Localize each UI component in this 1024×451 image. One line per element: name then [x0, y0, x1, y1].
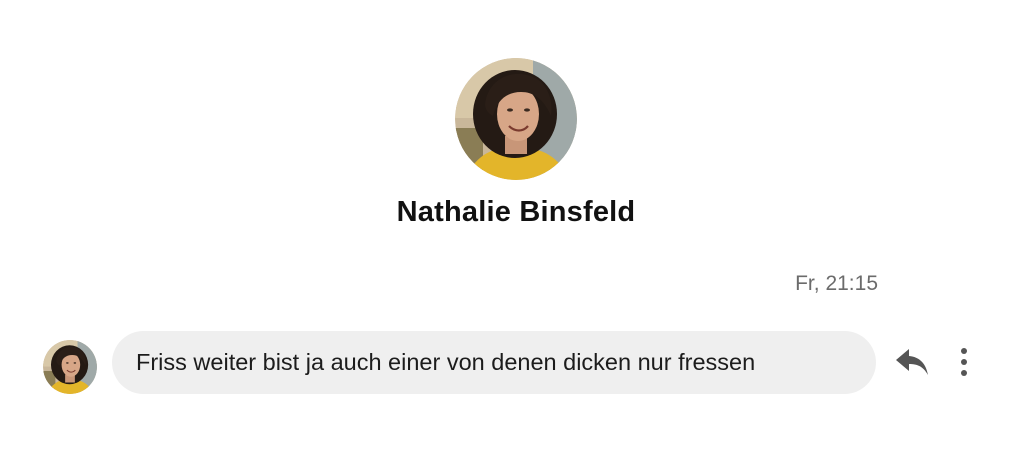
message-timestamp: Fr, 21:15 [795, 272, 878, 295]
more-options-icon[interactable] [950, 345, 978, 379]
avatar-photo-icon [43, 340, 97, 394]
more-vertical-icon [961, 348, 967, 376]
reply-icon[interactable] [894, 345, 930, 379]
profile-name[interactable]: Nathalie Binsfeld [0, 196, 1024, 229]
message-text: Friss weiter bist ja auch einer von dene… [136, 349, 756, 375]
chat-view: Nathalie Binsfeld Fr, 21:15 Friss weiter… [0, 0, 1024, 451]
message-bubble[interactable]: Friss weiter bist ja auch einer von dene… [112, 331, 876, 394]
reply-arrow-icon [896, 349, 928, 375]
profile-avatar[interactable] [455, 58, 577, 180]
avatar-photo-icon [455, 58, 577, 180]
message-sender-avatar[interactable] [43, 340, 97, 394]
